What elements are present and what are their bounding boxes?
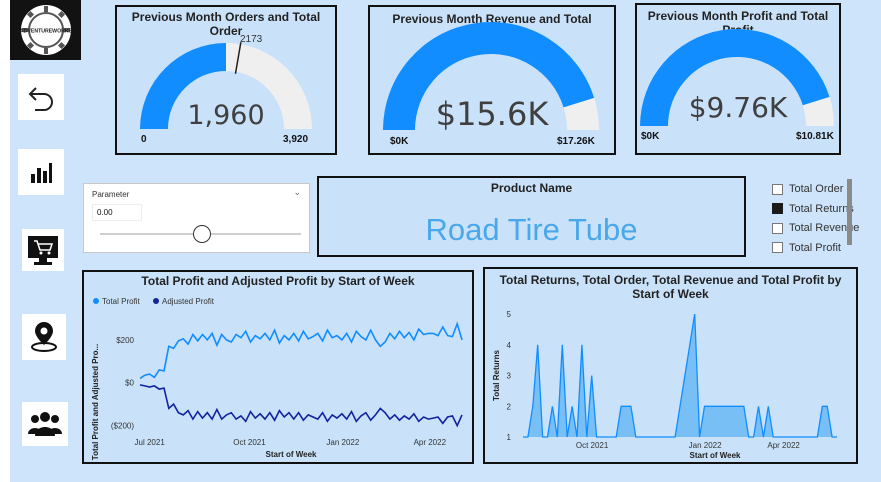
y-tick-label: 2 — [507, 402, 512, 411]
legend-label: Total Profit — [102, 297, 141, 306]
left-margin — [0, 0, 10, 482]
adjusted-profit-line — [139, 384, 463, 428]
analytics-button[interactable] — [18, 149, 64, 195]
logo-text: ADVENTUREWORKS — [19, 29, 72, 35]
profit-gauge-card: Previous Month Profit and Total Profit $… — [635, 3, 841, 155]
gauge-max: 3,920 — [283, 134, 309, 145]
x-tick-label: Jan 2022 — [326, 438, 359, 447]
gauge-min: $0K — [390, 136, 409, 147]
users-icon — [28, 412, 62, 436]
product-card: Product Name Road Tire Tube — [317, 176, 746, 257]
y-tick-label: 5 — [507, 310, 512, 319]
x-tick-label: Oct 2021 — [233, 438, 266, 447]
line-chart-svg: Total Profit Adjusted Profit$200$0($200)J… — [91, 297, 463, 460]
checkbox-icon[interactable] — [772, 222, 783, 234]
x-tick-label: Jul 2021 — [135, 438, 166, 447]
parameter-label: Parameter — [92, 190, 130, 199]
legend-marker — [93, 298, 99, 304]
legend-label: Adjusted Profit — [162, 297, 215, 306]
bar-chart-icon — [31, 163, 52, 183]
slider-handle[interactable] — [192, 225, 211, 243]
metric-label: Total Order — [789, 183, 844, 195]
logo: ADVENTUREWORKS — [10, 0, 81, 60]
checkbox-checked-icon[interactable] — [772, 203, 783, 214]
y-tick-label: $0 — [125, 379, 134, 388]
y-tick-label: ($200) — [111, 422, 134, 431]
metric-option[interactable]: Total Returns — [772, 203, 854, 215]
gauge-target-label: 2173 — [240, 34, 263, 45]
x-tick-label: Oct 2021 — [576, 441, 609, 450]
metric-option[interactable]: Total Order — [772, 183, 843, 195]
metric-label: Total Returns — [789, 202, 854, 215]
report-canvas: ADVENTUREWORKS Previous Month Orders and… — [10, 0, 881, 482]
y-axis-title: Total Returns — [492, 349, 501, 401]
checkbox-icon[interactable] — [772, 183, 783, 195]
x-axis-title: Start of Week — [266, 450, 318, 459]
profit-line-chart-card: Total Profit and Adjusted Profit by Star… — [82, 270, 474, 464]
metric-label: Total Profit — [789, 241, 841, 254]
y-tick-label: 1 — [507, 433, 512, 442]
product-name: Road Tire Tube — [425, 212, 638, 247]
sales-button[interactable] — [22, 229, 64, 271]
gauge-max: $10.81K — [796, 131, 834, 142]
y-tick-label: $200 — [116, 336, 134, 345]
map-pin-icon — [31, 322, 57, 352]
x-axis-title: Start of Week — [690, 451, 742, 460]
area-chart-svg: 5 4 3 2 1 Oct 2021 Jan 2022 Apr 2022 Start of We… — [492, 310, 837, 460]
parameter-value: 0.00 — [97, 208, 113, 217]
back-icon — [28, 87, 53, 111]
orders-gauge-card: Previous Month Orders and Total Order 21… — [115, 5, 337, 155]
x-tick-label: Apr 2022 — [414, 438, 447, 447]
chevron-down-icon[interactable]: ⌄ — [293, 187, 301, 198]
gauge-value: 1,960 — [187, 100, 265, 131]
revenue-gauge-card: Previous Month Revenue and Total Revenue… — [368, 5, 616, 155]
checkbox-icon[interactable] — [772, 242, 783, 253]
product-label: Product Name — [490, 181, 573, 195]
legend-marker — [153, 298, 159, 304]
gear-logo-icon: ADVENTUREWORKS — [19, 5, 72, 55]
orders-gauge-arc — [140, 42, 312, 129]
y-tick-label: 3 — [507, 372, 512, 381]
scrollbar[interactable] — [847, 179, 852, 245]
parameter-slicer: Parameter ⌄ 0.00 — [83, 183, 310, 253]
shopping-cart-icon — [28, 236, 58, 265]
gauge-max: $17.26K — [557, 136, 595, 147]
parameter-value-input[interactable]: 0.00 — [92, 204, 142, 221]
gauge-min: $0K — [641, 131, 660, 142]
customers-button[interactable] — [22, 402, 68, 446]
gauge-value: $9.76K — [688, 91, 788, 124]
metric-option[interactable]: Total Profit — [772, 242, 841, 254]
gauge-min: 0 — [141, 134, 147, 145]
gauge-value: $15.6K — [435, 95, 549, 133]
back-button[interactable] — [18, 74, 64, 120]
x-tick-label: Jan 2022 — [689, 441, 722, 450]
x-tick-label: Apr 2022 — [767, 441, 800, 450]
total-profit-line — [139, 321, 463, 380]
y-tick-label: 4 — [507, 341, 512, 350]
y-axis-title: Total Profit and Adjusted Pro... — [91, 344, 100, 460]
map-button[interactable] — [22, 314, 66, 360]
returns-area-chart-card: Total Returns, Total Order, Total Revenu… — [483, 267, 858, 464]
